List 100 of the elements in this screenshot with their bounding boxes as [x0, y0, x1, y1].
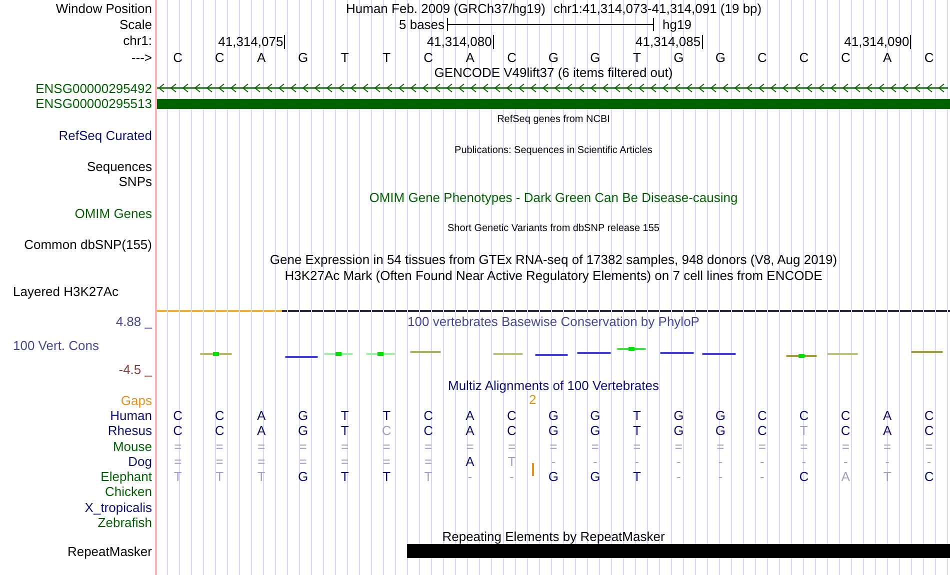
alignment-base: G — [547, 469, 560, 484]
axis-max-label: 4.88 _ — [116, 314, 152, 329]
alignment-base: A — [464, 454, 476, 469]
alignment-base: - — [466, 469, 474, 484]
conservation-mark — [577, 352, 611, 354]
base-letter: G — [714, 50, 726, 64]
track-title: Publications: Sequences in Scientific Articles — [454, 144, 652, 157]
ruler-tick-label: 41,314,085 — [636, 35, 703, 49]
alignment-base: - — [758, 454, 766, 469]
track-label: RefSeq Curated — [58, 128, 152, 143]
alignment-base: A — [882, 423, 893, 438]
alignment-base: T — [882, 469, 892, 484]
ruler-tick-label: 41,314,075 — [218, 35, 286, 49]
base-letter: C — [756, 50, 768, 64]
alignment-base: G — [589, 423, 602, 438]
alignment-base: T — [214, 469, 225, 484]
conservation-mark — [786, 354, 817, 358]
alignment-base: = — [173, 454, 183, 469]
conservation-mark — [493, 352, 523, 355]
ruler-tick-label: 41,314,090 — [844, 35, 912, 49]
base-letter: G — [672, 50, 685, 64]
species-label: Dog — [128, 454, 152, 469]
track-label: ---> — [131, 50, 152, 64]
alignment-base: C — [422, 423, 434, 438]
track-label: Layered H3K27Ac — [13, 284, 119, 299]
alignment-base: C — [422, 408, 434, 424]
axis-min-label: -4.5 _ — [118, 362, 152, 377]
species-label: Mouse — [112, 438, 152, 454]
alignment-base: T — [632, 469, 642, 484]
alignment-base: G — [297, 408, 310, 424]
alignment-base: = — [340, 454, 350, 469]
alignment-base: = — [506, 438, 517, 454]
alignment-base: T — [506, 454, 517, 469]
alignment-base: - — [508, 469, 515, 484]
track-label: chr1: — [123, 33, 152, 48]
alignment-base: C — [923, 469, 935, 484]
alignment-base: = — [799, 438, 809, 454]
alignment-base: = — [340, 438, 350, 454]
gene-label: ENSG00000295513 — [36, 96, 152, 112]
alignment-base: = — [298, 454, 308, 469]
alignment-base: - — [634, 454, 640, 469]
alignment-base: A — [464, 423, 476, 438]
alignment-base: A — [256, 423, 267, 438]
alignment-base: A — [256, 408, 267, 424]
track-label: Scale — [119, 16, 152, 32]
base-letter: C — [422, 50, 434, 64]
alignment-base: A — [882, 408, 893, 424]
scale-length: 5 bases — [399, 16, 445, 32]
track-label: Sequences — [86, 158, 152, 174]
scale-assembly: hg19 — [662, 16, 692, 32]
alignment-base: C — [506, 423, 518, 438]
base-letter: G — [547, 50, 560, 64]
gene-label: ENSG00000295492 — [36, 80, 152, 96]
base-letter: C — [172, 50, 184, 64]
species-label: Elephant — [100, 469, 152, 484]
track-label: OMIM Genes — [74, 206, 152, 221]
ruler-tick-label: 41,314,080 — [426, 35, 494, 49]
alignment-base: = — [632, 438, 642, 454]
track-title: H3K27Ac Mark (Often Found Near Active Regulatory Elements) on 7 cell lines from ENCODE — [284, 268, 822, 284]
alignment-base: - — [676, 469, 682, 484]
alignment-base: C — [840, 423, 852, 438]
conservation-mark — [410, 350, 441, 353]
conservation-mark — [911, 350, 943, 353]
alignment-base: T — [340, 408, 350, 424]
alignment-base: T — [382, 408, 392, 424]
alignment-base: = — [382, 438, 392, 454]
base-letter: C — [214, 50, 226, 64]
alignment-base: C — [798, 408, 810, 424]
conservation-mark — [366, 352, 395, 356]
track-label: SNPs — [118, 174, 152, 190]
alignment-base: = — [423, 454, 434, 469]
alignment-base: C — [756, 423, 768, 438]
alignment-base: C — [214, 408, 226, 424]
alignment-base: - — [926, 454, 932, 469]
track-label: RepeatMasker — [67, 544, 152, 559]
track-title: 100 vertebrates Basewise Conservation by PhyloP — [408, 314, 700, 329]
alignment-base: G — [547, 408, 560, 424]
base-letter: C — [923, 50, 935, 64]
base-letter: A — [464, 50, 476, 64]
alignment-base: = — [757, 438, 767, 454]
alignment-base: G — [589, 469, 602, 484]
alignment-base: - — [842, 454, 849, 469]
conservation-mark — [535, 354, 568, 356]
alignment-base: = — [423, 438, 434, 454]
alignment-base: C — [172, 408, 184, 424]
alignment-base: = — [256, 438, 266, 454]
alignment-base: T — [632, 408, 642, 424]
base-letter: C — [798, 50, 810, 64]
base-letter: T — [340, 50, 350, 64]
alignment-base: C — [840, 408, 852, 424]
alignment-base: = — [590, 438, 600, 454]
alignment-base: - — [800, 454, 808, 469]
alignment-base: - — [676, 454, 682, 469]
alignment-base: T — [382, 469, 392, 484]
alignment-base: G — [672, 408, 685, 424]
alignment-base: = — [465, 438, 475, 454]
alignment-base: T — [340, 469, 350, 484]
position-text: chr1:41,314,073-41,314,091 (19 bp) — [553, 0, 762, 16]
alignment-base: = — [548, 438, 558, 454]
alignment-base: G — [297, 469, 310, 484]
